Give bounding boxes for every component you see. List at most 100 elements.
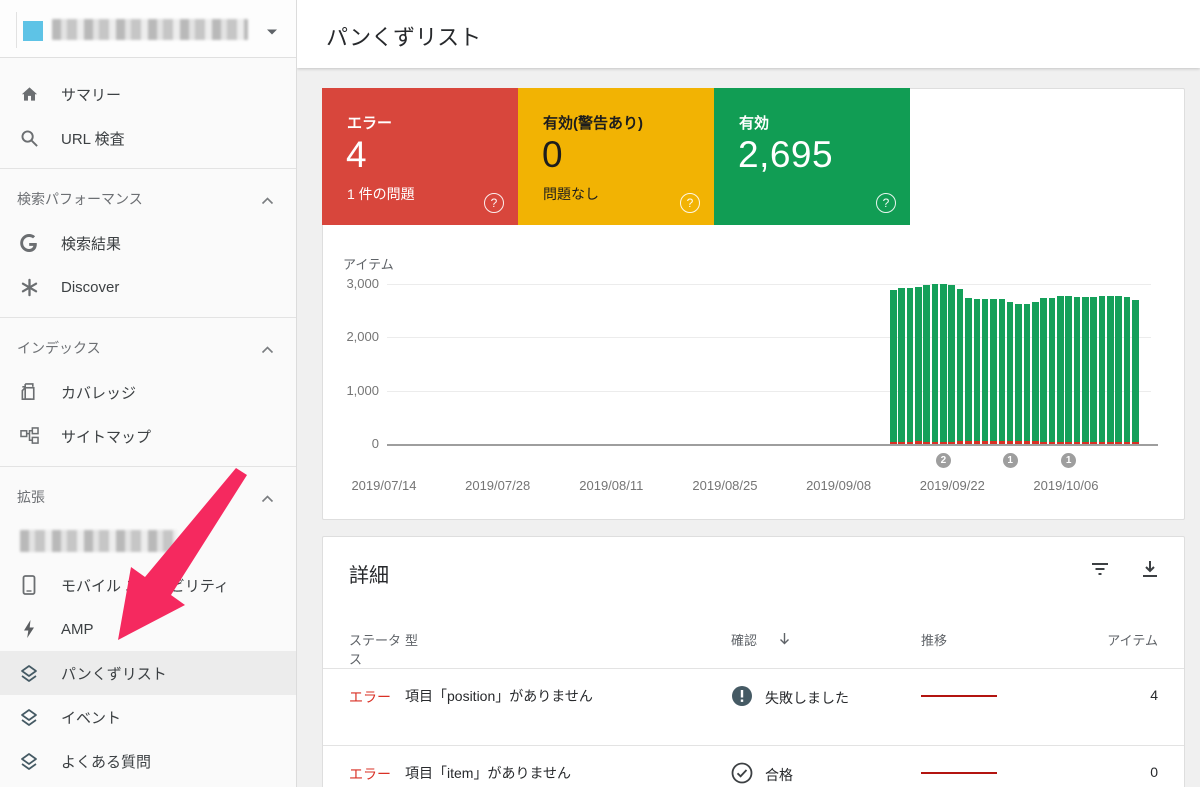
nav-divider xyxy=(0,317,296,318)
x-axis-line xyxy=(387,444,1158,446)
table-header-row: ステータス 型 確認 推移 アイテム xyxy=(323,621,1184,669)
error-card[interactable]: エラー41 件の問題? xyxy=(322,88,518,225)
rich-result-icon xyxy=(19,751,39,771)
bar-valid xyxy=(1024,304,1031,442)
bar-error xyxy=(1040,442,1047,444)
details-title: 詳細 xyxy=(349,559,389,588)
table-row[interactable]: エラー項目「position」がありません失敗しました4 xyxy=(323,669,1184,746)
chart-annotation-marker[interactable]: 2 xyxy=(936,453,951,468)
chart-annotation-marker[interactable]: 1 xyxy=(1061,453,1076,468)
sidebar-item-label: イベント xyxy=(61,707,121,728)
help-icon[interactable]: ? xyxy=(876,193,896,213)
bar-valid xyxy=(999,299,1006,440)
x-tick-label: 2019/08/11 xyxy=(561,478,661,493)
bar-error xyxy=(1090,442,1097,444)
sidebar-item-サマリー[interactable]: サマリー xyxy=(0,72,296,116)
chevron-up-icon xyxy=(261,341,274,357)
property-selector[interactable] xyxy=(0,0,296,58)
sidebar-item-URL 検査[interactable]: URL 検査 xyxy=(0,116,296,160)
bar-valid xyxy=(965,298,972,441)
help-icon[interactable]: ? xyxy=(484,193,504,213)
redacted-label xyxy=(20,530,177,552)
bar-error xyxy=(1107,442,1114,444)
bar-error xyxy=(915,441,922,444)
column-header-items: アイテム xyxy=(1061,630,1184,649)
column-header-check[interactable]: 確認 xyxy=(731,630,921,649)
bar-valid xyxy=(982,299,989,441)
table-row[interactable]: エラー項目「item」がありません合格0 xyxy=(323,746,1184,787)
sidebar-item-サイトマップ[interactable]: サイトマップ xyxy=(0,414,296,458)
chevron-up-icon xyxy=(261,490,274,506)
bar-error xyxy=(1032,441,1039,444)
sidebar-item-label: モバイル ユーザビリティ xyxy=(61,575,229,596)
sidebar-item-redacted[interactable] xyxy=(0,519,296,563)
bar-valid xyxy=(1074,297,1081,442)
sidebar-item-Discover[interactable]: Discover xyxy=(0,265,296,309)
row-items-count: 4 xyxy=(1061,687,1184,703)
bar-error xyxy=(999,441,1006,444)
card-sublabel: 1 件の問題 xyxy=(347,184,415,204)
valid-card[interactable]: 有効2,695? xyxy=(714,88,910,225)
bar-error xyxy=(890,442,897,444)
bar-valid xyxy=(1082,297,1089,442)
bar-error xyxy=(1132,442,1139,444)
sidebar-item-label: カバレッジ xyxy=(61,382,136,403)
bar-error xyxy=(1007,441,1014,444)
bar-valid xyxy=(907,288,914,442)
help-icon[interactable]: ? xyxy=(680,193,700,213)
download-icon[interactable] xyxy=(1138,557,1162,581)
search-icon xyxy=(19,128,39,148)
home-icon xyxy=(19,84,39,104)
bar-error xyxy=(1057,442,1064,444)
bar-valid xyxy=(915,287,922,441)
bar-error xyxy=(957,441,964,444)
x-tick-label: 2019/07/14 xyxy=(334,478,434,493)
error-filled-icon xyxy=(731,685,753,710)
summary-panel: エラー41 件の問題?有効(警告あり)0問題なし?有効2,695? アイテム 3… xyxy=(322,88,1185,520)
discover-icon xyxy=(19,277,39,297)
nav-section-拡張[interactable]: 拡張 xyxy=(0,475,296,519)
card-label: エラー xyxy=(347,112,392,133)
bar-valid xyxy=(898,288,905,442)
sidebar-item-イベント[interactable]: イベント xyxy=(0,695,296,739)
sidebar-item-カバレッジ[interactable]: カバレッジ xyxy=(0,370,296,414)
column-header-check-label: 確認 xyxy=(731,630,757,649)
chevron-up-icon xyxy=(261,192,274,208)
sidebar-item-検索結果[interactable]: 検索結果 xyxy=(0,221,296,265)
valid-warning-card[interactable]: 有効(警告あり)0問題なし? xyxy=(518,88,714,225)
bar-valid xyxy=(932,284,939,441)
bar-valid xyxy=(990,299,997,441)
site-square-icon xyxy=(23,21,43,41)
card-label: 有効 xyxy=(739,112,769,133)
bar-valid xyxy=(974,299,981,441)
sidebar-item-AMP[interactable]: AMP xyxy=(0,607,296,651)
bar-valid xyxy=(957,289,964,442)
chart-annotation-marker[interactable]: 1 xyxy=(1003,453,1018,468)
sidebar-item-label: サマリー xyxy=(61,84,121,105)
nav-section-インデックス[interactable]: インデックス xyxy=(0,326,296,370)
row-status: エラー xyxy=(323,764,405,784)
x-tick-label: 2019/10/06 xyxy=(1016,478,1116,493)
bar-valid xyxy=(1099,296,1106,442)
sidebar-nav: サマリー URL 検査検索パフォーマンス検索結果Discover インデックスカバレ… xyxy=(0,72,296,783)
bar-valid xyxy=(1132,300,1139,442)
bar-error xyxy=(1124,442,1131,444)
check-circle-icon xyxy=(731,762,753,787)
rich-result-icon xyxy=(19,707,39,727)
filter-icon[interactable] xyxy=(1088,557,1112,581)
sidebar-item-モバイル ユーザビリティ[interactable]: モバイル ユーザビリティ xyxy=(0,563,296,607)
row-type: 項目「position」がありません xyxy=(405,682,731,710)
sidebar-item-パンくずリスト[interactable]: パンくずリスト xyxy=(0,651,296,695)
sort-desc-icon xyxy=(779,632,790,648)
nav-section-検索パフォーマンス[interactable]: 検索パフォーマンス xyxy=(0,177,296,221)
bar-valid xyxy=(1115,296,1122,442)
bar-error xyxy=(1065,442,1072,444)
sidebar-item-よくある質問[interactable]: よくある質問 xyxy=(0,739,296,783)
bar-error xyxy=(948,442,955,444)
chart-axis-title: アイテム xyxy=(343,254,394,273)
row-items-count: 0 xyxy=(1061,764,1184,780)
x-tick-label: 2019/09/22 xyxy=(902,478,1002,493)
bar-error xyxy=(1082,442,1089,444)
card-label: 有効(警告あり) xyxy=(543,112,643,133)
row-check-label: 失敗しました xyxy=(765,688,849,708)
